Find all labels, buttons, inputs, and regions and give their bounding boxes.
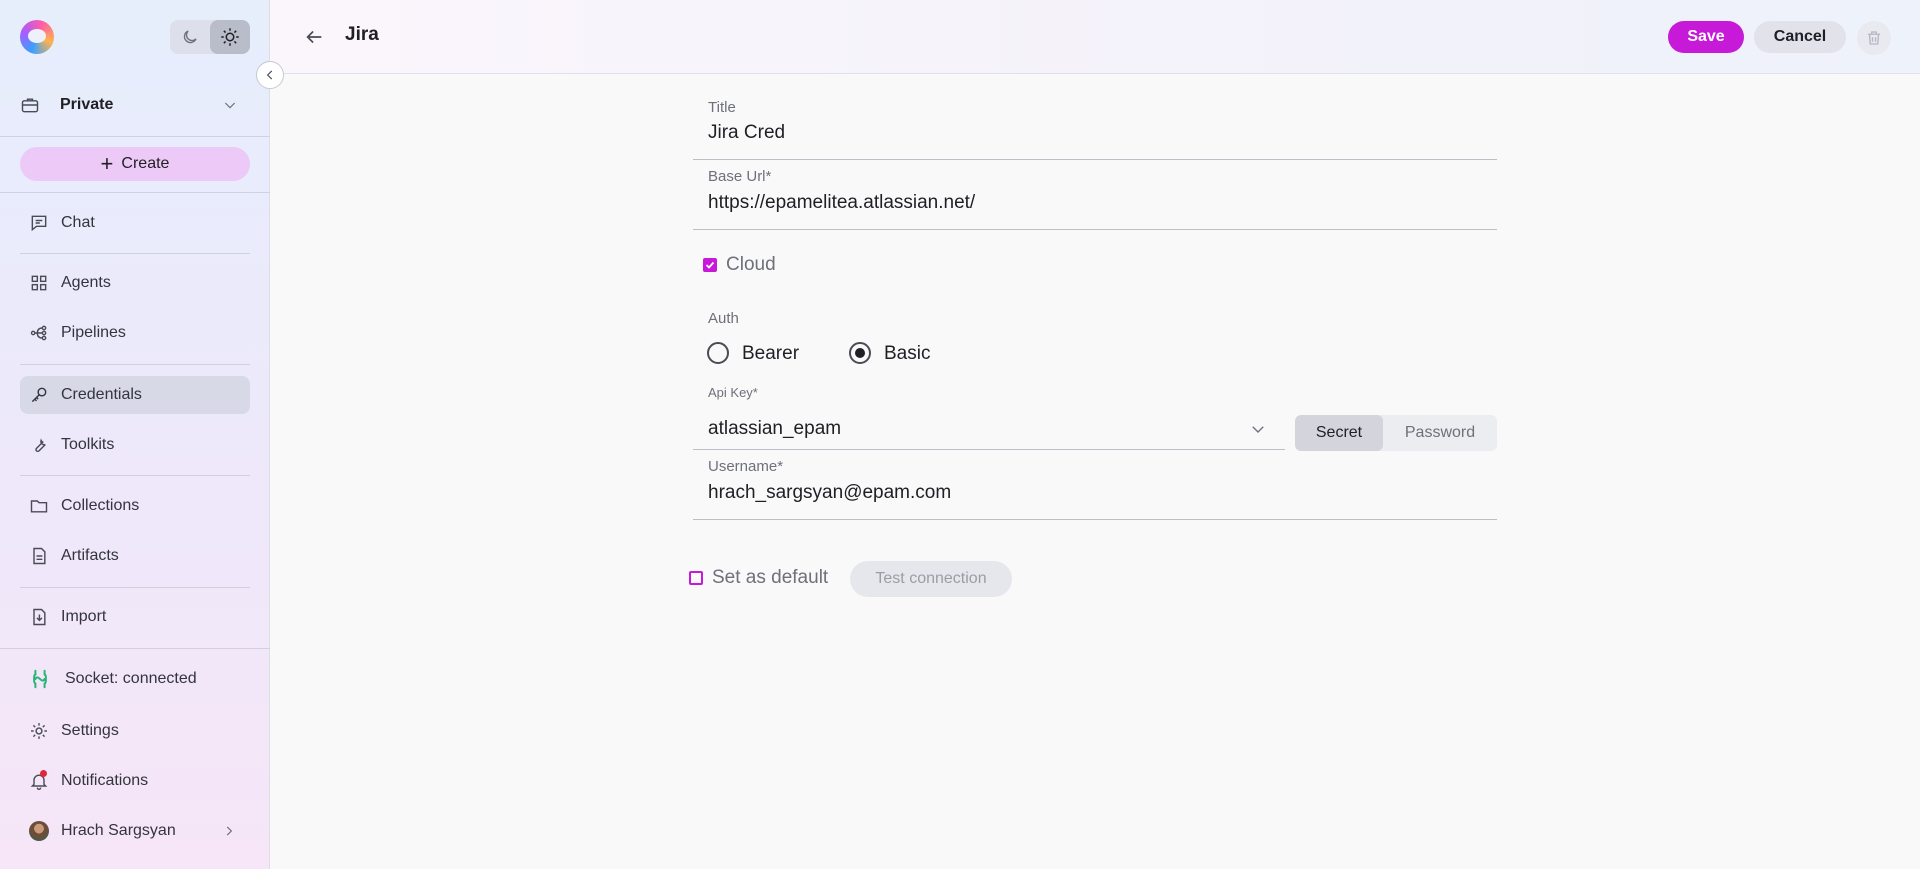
test-connection-button[interactable]: Test connection (850, 561, 1012, 597)
sidebar-item-settings[interactable]: Settings (20, 712, 250, 750)
delete-button[interactable] (1857, 21, 1891, 55)
chevron-left-icon (266, 70, 273, 80)
theme-toggle (170, 20, 250, 54)
dark-mode-button[interactable] (170, 20, 210, 54)
notification-badge (40, 770, 47, 777)
workspace-label: Private (60, 96, 114, 113)
auth-bearer-radio[interactable] (707, 342, 729, 364)
sidebar-item-label: Chat (61, 214, 95, 231)
sidebar-item-label: Settings (61, 722, 119, 739)
api-key-mode-toggle: Secret Password (1295, 415, 1497, 451)
set-default-label: Set as default (712, 567, 829, 588)
cloud-label: Cloud (726, 254, 776, 275)
sidebar-item-label: Artifacts (61, 547, 119, 564)
briefcase-icon (21, 98, 39, 113)
divider (0, 192, 270, 193)
pipeline-icon (30, 325, 47, 341)
app-logo[interactable] (20, 20, 54, 54)
divider (20, 587, 250, 588)
cloud-checkbox[interactable] (703, 258, 717, 272)
title-field[interactable]: Title Jira Cred (693, 96, 1497, 160)
grid-icon (31, 275, 47, 291)
sidebar-item-credentials[interactable]: Credentials (20, 376, 250, 414)
key-icon (31, 387, 47, 403)
sidebar-item-label: Pipelines (61, 324, 126, 341)
user-profile[interactable]: Hrach Sargsyan (20, 812, 250, 850)
divider (20, 475, 250, 476)
base-url-label: Base Url* (708, 168, 772, 185)
base-url-input[interactable]: https://epamelitea.atlassian.net/ (708, 192, 975, 214)
sidebar-item-chat[interactable]: Chat (20, 204, 250, 242)
create-button-label: Create (121, 155, 170, 172)
import-icon (33, 608, 46, 626)
auth-bearer-label[interactable]: Bearer (742, 343, 799, 365)
auth-label: Auth (708, 310, 739, 327)
sidebar-item-import[interactable]: Import (20, 598, 250, 636)
divider (20, 364, 250, 365)
sidebar-item-artifacts[interactable]: Artifacts (20, 537, 250, 575)
user-name: Hrach Sargsyan (61, 822, 176, 839)
api-key-value[interactable]: atlassian_epam (708, 418, 841, 440)
page-header: Jira Save Cancel (271, 0, 1920, 74)
sidebar-item-label: Agents (61, 274, 111, 291)
sidebar-item-notifications[interactable]: Notifications (20, 762, 250, 800)
arrow-left-icon (306, 30, 322, 44)
back-button[interactable] (303, 26, 325, 53)
base-url-field[interactable]: Base Url* https://epamelitea.atlassian.n… (693, 167, 1497, 230)
socket-connected-icon (33, 669, 47, 689)
secret-mode-button[interactable]: Secret (1295, 415, 1383, 451)
chat-icon (31, 215, 47, 232)
socket-status: Socket: connected (20, 660, 250, 698)
title-input[interactable]: Jira Cred (708, 122, 785, 144)
sidebar-item-pipelines[interactable]: Pipelines (20, 314, 250, 352)
username-input[interactable]: hrach_sargsyan@epam.com (708, 482, 951, 504)
username-field[interactable]: Username* hrach_sargsyan@epam.com (693, 458, 1497, 520)
sidebar-item-label: Notifications (61, 772, 149, 789)
divider (0, 648, 270, 649)
moon-icon (183, 30, 197, 44)
collapse-sidebar-button[interactable] (256, 61, 284, 89)
checkmark-icon (705, 261, 715, 269)
document-icon (33, 547, 46, 565)
light-mode-button[interactable] (210, 20, 250, 54)
sidebar-item-label: Import (61, 608, 107, 625)
create-button[interactable]: + Create (20, 147, 250, 181)
trash-icon (1868, 31, 1880, 45)
divider (0, 136, 270, 137)
page-title: Jira (345, 24, 379, 45)
chevron-down-icon (224, 102, 236, 109)
cancel-button[interactable]: Cancel (1754, 21, 1846, 53)
sidebar-item-label: Toolkits (61, 436, 115, 453)
title-label: Title (708, 99, 736, 116)
socket-status-label: Socket: connected (65, 670, 197, 687)
wrench-icon (35, 438, 46, 452)
auth-basic-label[interactable]: Basic (884, 343, 930, 365)
plus-icon: + (100, 151, 114, 176)
sidebar-item-label: Credentials (61, 386, 142, 403)
folder-icon (30, 500, 48, 513)
sun-icon (221, 28, 239, 46)
sidebar: Private + Create Chat Agents Pipelines C… (0, 0, 270, 869)
save-button[interactable]: Save (1668, 21, 1744, 53)
sidebar-item-collections[interactable]: Collections (20, 487, 250, 525)
sidebar-item-label: Collections (61, 497, 140, 514)
chevron-down-icon (1252, 426, 1264, 433)
sidebar-item-agents[interactable]: Agents (20, 264, 250, 302)
password-mode-button[interactable]: Password (1383, 415, 1497, 451)
api-key-select[interactable]: Api Key* atlassian_epam (693, 384, 1285, 450)
workspace-selector[interactable]: Private (20, 88, 250, 122)
avatar (29, 821, 49, 841)
api-key-label: Api Key* (708, 385, 758, 400)
auth-basic-radio[interactable] (849, 342, 871, 364)
divider (20, 253, 250, 254)
username-label: Username* (708, 458, 784, 475)
gear-icon (31, 723, 47, 739)
chevron-right-icon (226, 826, 233, 836)
sidebar-item-toolkits[interactable]: Toolkits (20, 426, 250, 464)
set-default-checkbox[interactable] (689, 571, 703, 585)
